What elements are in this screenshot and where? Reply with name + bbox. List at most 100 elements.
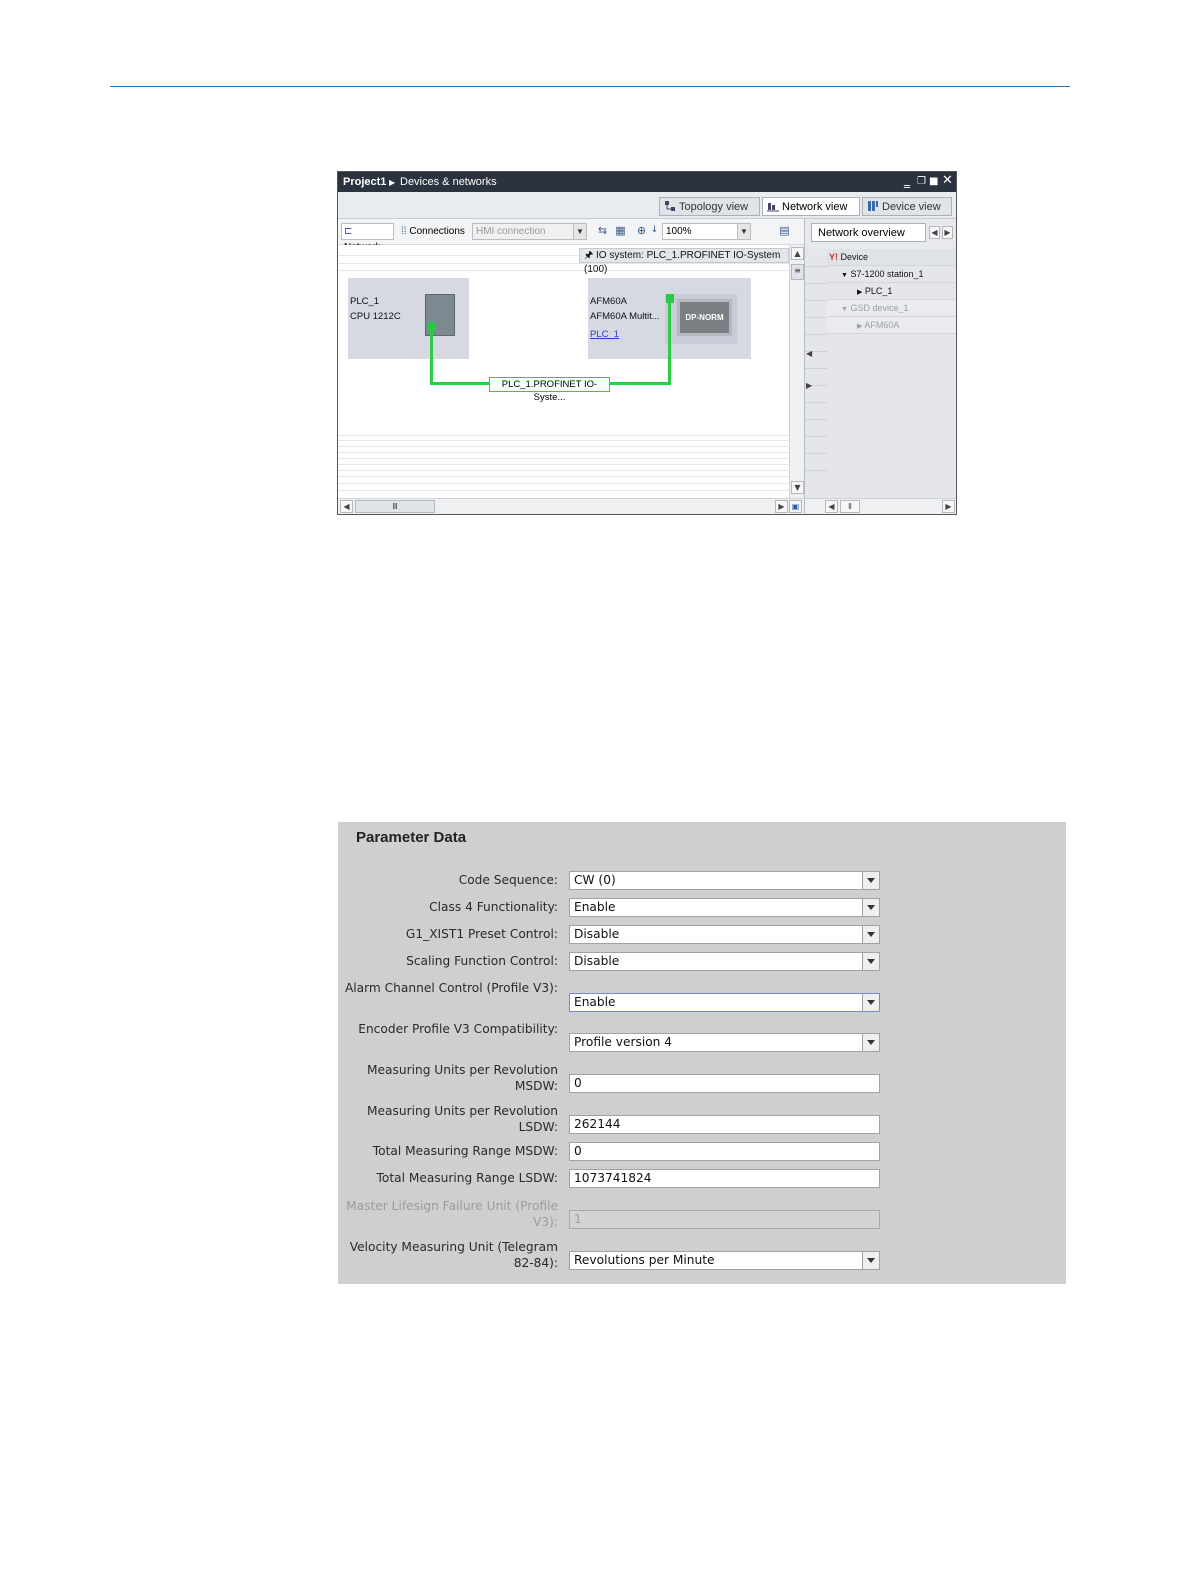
scroll-right-icon[interactable]: ▶ xyxy=(775,500,788,513)
canvas-vertical-scrollbar[interactable]: ▲ ≡ ▼ xyxy=(789,245,805,498)
tab-network-overview[interactable]: Network overview xyxy=(811,223,926,242)
scroll-left-icon[interactable]: ◀ xyxy=(825,500,838,513)
scroll-left-icon[interactable]: ◀ xyxy=(340,500,353,513)
collapse-left-icon[interactable]: ◀ xyxy=(806,349,812,358)
grid-icon[interactable]: ▦ xyxy=(614,224,627,237)
restore-icon[interactable]: ❐ xyxy=(917,176,926,187)
preset-control-select[interactable]: Disable xyxy=(569,925,880,944)
encoder-type: AFM60A Multit... xyxy=(590,311,660,322)
network-mode-icon: ⊏ xyxy=(344,226,353,237)
range-msdw-label: Total Measuring Range MSDW: xyxy=(372,1144,558,1158)
parameter-data-panel: Parameter Data Code Sequence: CW (0) Cla… xyxy=(338,822,1066,1284)
connections-button-label: Connections xyxy=(409,226,465,237)
chevron-down-icon[interactable] xyxy=(862,926,879,943)
breadcrumb-devices-networks[interactable]: Devices & networks xyxy=(400,176,497,188)
scaling-function-value: Disable xyxy=(574,954,620,968)
expand-icon[interactable]: ▼ xyxy=(841,272,848,279)
overview-row-label: PLC_1 xyxy=(864,286,893,296)
network-line-plc xyxy=(430,331,433,385)
overview-row-station[interactable]: ▼ S7-1200 station_1 xyxy=(827,266,956,283)
scroll-down-icon[interactable]: ▼ xyxy=(791,481,804,494)
scaling-function-label: Scaling Function Control: xyxy=(406,954,558,968)
network-button[interactable]: ⊏ Network xyxy=(341,223,394,253)
units-lsdw-input[interactable]: 262144 xyxy=(569,1115,880,1134)
encoder-profinet-port[interactable] xyxy=(666,294,674,303)
alarm-channel-select[interactable]: Enable xyxy=(569,993,880,1012)
encoder-io-controller-link[interactable]: PLC_1 xyxy=(590,329,619,340)
tab-network-label: Network view xyxy=(782,201,848,213)
plc-name: PLC_1 xyxy=(350,296,380,307)
network-line-encoder xyxy=(668,303,671,385)
navigator-icon[interactable]: ▣ xyxy=(789,500,802,513)
chevron-down-icon: ▼ xyxy=(573,224,586,239)
h-scroll-thumb[interactable]: Ⅱ xyxy=(840,500,860,513)
expand-icon[interactable]: ▼ xyxy=(841,306,848,313)
topology-icon xyxy=(665,201,675,211)
plc-profinet-port[interactable] xyxy=(427,322,435,331)
zoom-dropdown-icon[interactable]: ↓ xyxy=(648,224,661,237)
zoom-value: 100% xyxy=(666,226,692,237)
chevron-down-icon[interactable] xyxy=(862,1034,879,1051)
code-sequence-label: Code Sequence: xyxy=(458,873,558,887)
profile-compat-label: Encoder Profile V3 Compatibility: xyxy=(358,1022,558,1036)
overview-horizontal-scrollbar[interactable]: ◀ Ⅱ ▶ xyxy=(805,498,956,514)
scroll-thumb[interactable]: ≡ xyxy=(791,264,804,280)
tab-device-view[interactable]: Device view xyxy=(862,197,952,216)
velocity-unit-value: Revolutions per Minute xyxy=(574,1253,715,1267)
chevron-down-icon[interactable] xyxy=(862,953,879,970)
tab-topology-view[interactable]: Topology view xyxy=(659,197,760,216)
profile-compat-select[interactable]: Profile version 4 xyxy=(569,1033,880,1052)
overview-toggle-icon[interactable]: ▤ xyxy=(778,224,791,237)
io-system-label[interactable]: 🖈 IO system: PLC_1.PROFINET IO-System (1… xyxy=(579,248,789,275)
units-msdw-input[interactable]: 0 xyxy=(569,1074,880,1093)
connections-button[interactable]: ⁞⁞ Connections xyxy=(398,223,468,240)
chevron-down-icon[interactable] xyxy=(862,899,879,916)
dp-norm-module[interactable]: DP-NORM xyxy=(677,299,732,336)
overview-column-header[interactable]: Y! Device xyxy=(827,249,956,266)
show-addresses-icon[interactable]: ⇆ xyxy=(596,224,609,237)
zoom-icon[interactable]: ⊕ xyxy=(635,224,648,237)
chevron-down-icon[interactable] xyxy=(862,994,879,1011)
maximize-icon[interactable]: ■ xyxy=(929,176,938,187)
expand-icon[interactable]: ▶ xyxy=(857,289,862,296)
scroll-up-icon[interactable]: ▲ xyxy=(791,247,804,260)
connection-type-value: HMI connection xyxy=(476,226,546,237)
tab-network-view[interactable]: Network view xyxy=(762,197,860,216)
connection-type-select[interactable]: HMI connection ▼ xyxy=(472,223,587,240)
close-icon[interactable]: ✕ xyxy=(942,173,953,188)
range-lsdw-input[interactable]: 1073741824 xyxy=(569,1169,880,1188)
class4-functionality-select[interactable]: Enable xyxy=(569,898,880,917)
scroll-right-icon[interactable]: ▶ xyxy=(942,500,955,513)
profinet-network-label[interactable]: PLC_1.PROFINET IO-Syste... xyxy=(489,377,610,403)
units-msdw-label: Measuring Units per Revolution MSDW: xyxy=(367,1063,558,1093)
scaling-function-select[interactable]: Disable xyxy=(569,952,880,971)
preset-control-value: Disable xyxy=(574,927,620,941)
device-column-label: Device xyxy=(840,252,869,262)
overview-row-afm60a[interactable]: ▶ AFM60A xyxy=(827,317,956,334)
panel-prev-icon[interactable]: ◀ xyxy=(929,226,940,239)
view-tabs: Topology view Network view Device view xyxy=(338,192,956,219)
canvas-horizontal-scrollbar[interactable]: ◀ Ⅲ ▶ ▣ xyxy=(338,498,804,514)
class4-functionality-value: Enable xyxy=(574,900,616,914)
panel-next-icon[interactable]: ▶ xyxy=(942,226,953,239)
code-sequence-select[interactable]: CW (0) xyxy=(569,871,880,890)
plc-type: CPU 1212C xyxy=(350,311,401,322)
parameter-data-title: Parameter Data xyxy=(356,829,467,846)
chevron-down-icon[interactable] xyxy=(862,872,879,889)
class4-functionality-label: Class 4 Functionality: xyxy=(429,900,558,914)
velocity-unit-select[interactable]: Revolutions per Minute xyxy=(569,1251,880,1270)
expand-right-icon[interactable]: ▶ xyxy=(806,381,812,390)
breadcrumb-project[interactable]: Project1 xyxy=(343,176,386,188)
zoom-select[interactable]: 100% ▼ xyxy=(662,223,751,240)
range-msdw-input[interactable]: 0 xyxy=(569,1142,880,1161)
overview-row-gsd-device[interactable]: ▼ GSD device_1 xyxy=(827,300,956,317)
chevron-down-icon[interactable] xyxy=(862,1252,879,1269)
network-icon xyxy=(767,203,779,212)
alarm-channel-value: Enable xyxy=(574,995,616,1009)
range-lsdw-label: Total Measuring Range LSDW: xyxy=(376,1171,558,1185)
minimize-icon[interactable]: ‗ xyxy=(904,174,910,188)
overview-row-plc[interactable]: ▶ PLC_1 xyxy=(827,283,956,300)
h-scroll-thumb[interactable]: Ⅲ xyxy=(355,500,435,513)
expand-icon[interactable]: ▶ xyxy=(857,323,862,330)
overview-row-label: AFM60A xyxy=(864,320,900,330)
